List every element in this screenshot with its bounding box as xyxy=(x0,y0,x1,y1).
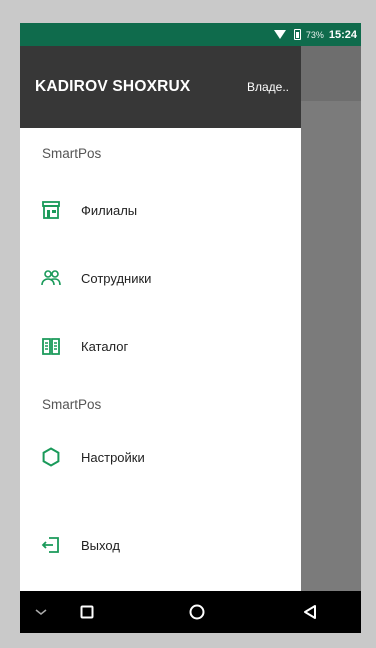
drawer-scrim[interactable] xyxy=(301,46,361,591)
back-button[interactable] xyxy=(285,591,335,633)
drawer-header: KADIROV SHOXRUX Владе.. xyxy=(20,46,301,128)
menu-item-catalog[interactable]: Каталог xyxy=(20,335,301,357)
section-label-smartpos: SmartPos xyxy=(42,146,102,161)
menu-item-label: Сотрудники xyxy=(81,270,152,286)
circle-icon xyxy=(189,604,205,620)
recents-button[interactable] xyxy=(62,591,112,633)
battery-percent: 73% xyxy=(305,29,324,40)
users-icon xyxy=(40,267,62,289)
system-nav-bar xyxy=(20,591,361,633)
store-icon xyxy=(40,199,62,221)
chevron-down-icon xyxy=(35,609,47,615)
menu-item-label: Выход xyxy=(81,537,120,553)
user-role: Владе.. xyxy=(246,80,289,94)
square-icon xyxy=(80,605,94,619)
status-bar: 73% 15:24 xyxy=(20,23,361,46)
menu-item-branches[interactable]: Филиалы xyxy=(20,199,301,221)
menu-item-settings[interactable]: Настройки xyxy=(20,446,301,468)
background-app-bar xyxy=(301,46,361,101)
section-label-smartpos: SmartPos xyxy=(42,397,102,412)
menu-item-employees[interactable]: Сотрудники xyxy=(20,267,301,289)
navigation-drawer: KADIROV SHOXRUX Владе.. SmartPos Филиалы xyxy=(20,46,301,591)
user-name: KADIROV SHOXRUX xyxy=(35,78,191,95)
settings-icon xyxy=(40,446,62,468)
menu-item-label: Настройки xyxy=(81,449,145,465)
back-triangle-icon xyxy=(304,605,316,619)
menu-item-label: Каталог xyxy=(81,338,129,354)
keyboard-hide-button[interactable] xyxy=(20,591,66,633)
battery-icon xyxy=(293,29,301,40)
phone-screen: 73% 15:24 KADIROV SHOXRUX Владе.. SmartP… xyxy=(20,23,361,633)
clock: 15:24 xyxy=(328,28,357,41)
wifi-icon xyxy=(273,30,286,39)
logout-icon xyxy=(40,534,62,556)
menu-item-logout[interactable]: Выход xyxy=(20,534,301,556)
catalog-icon xyxy=(40,335,62,357)
home-button[interactable] xyxy=(172,591,222,633)
menu-item-label: Филиалы xyxy=(81,202,138,218)
